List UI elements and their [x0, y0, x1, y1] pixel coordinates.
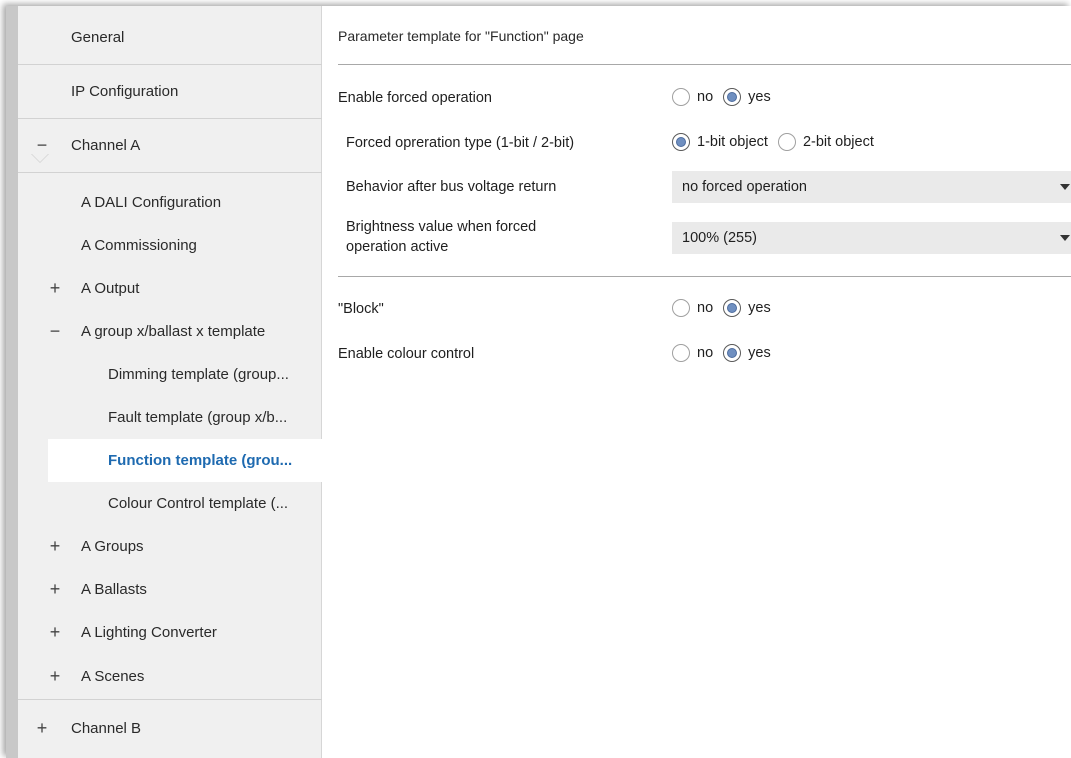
expand-plus-icon[interactable]: + [46, 666, 64, 687]
colour-control-radio-group: no yes [672, 344, 781, 362]
radio-no[interactable] [672, 88, 690, 106]
selection-notch-fill [32, 154, 48, 162]
sidebar-item-label: Colour Control template (... [108, 495, 289, 512]
expand-plus-icon[interactable]: + [46, 278, 64, 299]
sidebar-item-label: A Lighting Converter [81, 624, 217, 641]
brightness-label: Brightness value when forced operation a… [346, 217, 536, 257]
sidebar-item-label: Channel A [71, 137, 141, 154]
brightness-dropdown[interactable]: 100% (255) [672, 222, 1071, 254]
sidebar-item-label: General [71, 29, 125, 46]
block-label: "Block" [338, 301, 384, 317]
option-label: yes [748, 300, 771, 316]
left-edge-bar [6, 6, 18, 758]
brightness-label-line1: Brightness value when forced [346, 219, 537, 235]
option-label: yes [748, 89, 771, 105]
dropdown-arrow-icon [1060, 184, 1070, 190]
option-label: 1-bit object [697, 134, 768, 150]
two-bit-option[interactable]: 2-bit object [777, 133, 874, 151]
divider [338, 276, 1071, 277]
dropdown-value: no forced operation [682, 179, 807, 195]
sidebar-item-label: A Ballasts [81, 581, 147, 598]
forced-yes-option[interactable]: yes [723, 88, 771, 106]
forced-operation-label: Enable forced operation [338, 90, 492, 106]
app-window: General IP Configuration − Channel A A D… [6, 6, 1071, 758]
sidebar-item-ip-configuration[interactable]: IP Configuration [18, 65, 322, 119]
expand-plus-icon[interactable]: + [46, 579, 64, 600]
option-label: no [697, 300, 714, 316]
sidebar-item-label: A DALI Configuration [81, 194, 222, 211]
sidebar-item-a-groups[interactable]: + A Groups [18, 525, 322, 568]
sidebar-item-channel-a[interactable]: − Channel A [18, 119, 322, 173]
collapse-minus-icon[interactable]: − [33, 135, 51, 156]
option-label: yes [748, 345, 771, 361]
colour-control-label: Enable colour control [338, 346, 475, 362]
radio-yes-selected[interactable] [723, 344, 742, 362]
page-title: Parameter template for "Function" page [338, 28, 584, 44]
option-label: no [697, 89, 714, 105]
block-yes-option[interactable]: yes [723, 299, 771, 317]
dropdown-value: 100% (255) [682, 230, 757, 246]
forced-type-label: Forced opreration type (1-bit / 2-bit) [346, 135, 575, 151]
sidebar-item-label: A group x/ballast x template [81, 323, 266, 340]
sidebar-item-label: Fault template (group x/b... [108, 409, 288, 426]
sidebar-item-label: A Scenes [81, 668, 145, 685]
sidebar-item-label: A Groups [81, 538, 144, 555]
brightness-label-line2: operation active [346, 239, 449, 255]
radio-no[interactable] [672, 344, 690, 362]
radio-yes-selected[interactable] [723, 299, 742, 317]
sidebar-item-a-output[interactable]: + A Output [18, 267, 322, 310]
forced-type-radio-group: 1-bit object 2-bit object [672, 133, 884, 151]
colour-no-option[interactable]: no [672, 344, 713, 362]
expand-plus-icon[interactable]: + [33, 718, 51, 739]
sidebar-item-label: A Commissioning [81, 237, 197, 254]
radio-no[interactable] [672, 299, 690, 317]
sidebar-item-label: Function template (grou... [108, 452, 293, 469]
sidebar-item-label: IP Configuration [71, 83, 179, 100]
sidebar-item-label: A Output [81, 280, 140, 297]
sidebar-item-function-template[interactable]: Function template (grou... [48, 439, 324, 482]
sidebar-item-a-group-template[interactable]: − A group x/ballast x template [18, 310, 322, 353]
sidebar-item-a-dali-configuration[interactable]: A DALI Configuration [18, 181, 322, 224]
colour-yes-option[interactable]: yes [723, 344, 771, 362]
sidebar-item-colour-control-template[interactable]: Colour Control template (... [18, 482, 322, 525]
forced-no-option[interactable]: no [672, 88, 713, 106]
sidebar-item-channel-b[interactable]: + Channel B [18, 701, 322, 755]
sidebar-item-fault-template[interactable]: Fault template (group x/b... [18, 396, 322, 439]
sidebar-item-a-scenes[interactable]: + A Scenes [18, 654, 322, 700]
radio-2-bit[interactable] [777, 133, 796, 151]
expand-plus-icon[interactable]: + [46, 536, 64, 557]
option-label: 2-bit object [802, 134, 874, 150]
radio-1-bit-selected[interactable] [672, 133, 690, 151]
collapse-minus-icon[interactable]: − [46, 321, 64, 342]
sidebar-item-a-lighting-converter[interactable]: + A Lighting Converter [18, 611, 322, 654]
sidebar-item-dimming-template[interactable]: Dimming template (group... [18, 353, 322, 396]
parameter-panel: Parameter template for "Function" page E… [322, 6, 1071, 758]
block-no-option[interactable]: no [672, 299, 713, 317]
sidebar-item-a-ballasts[interactable]: + A Ballasts [18, 568, 322, 611]
behavior-label: Behavior after bus voltage return [346, 179, 557, 195]
sidebar-item-label: Channel B [71, 719, 142, 737]
sidebar-item-general[interactable]: General [18, 11, 322, 65]
sidebar-item-a-commissioning[interactable]: A Commissioning [18, 224, 322, 267]
one-bit-option[interactable]: 1-bit object [672, 133, 768, 151]
block-radio-group: no yes [672, 299, 781, 317]
sidebar-item-label: Dimming template (group... [108, 366, 289, 383]
forced-operation-radio-group: no yes [672, 88, 781, 106]
divider [338, 64, 1071, 65]
dropdown-arrow-icon [1060, 235, 1070, 241]
expand-plus-icon[interactable]: + [46, 622, 64, 643]
behavior-dropdown[interactable]: no forced operation [672, 171, 1071, 203]
sidebar: General IP Configuration − Channel A A D… [18, 6, 324, 758]
option-label: no [697, 345, 714, 361]
radio-yes-selected[interactable] [723, 88, 742, 106]
